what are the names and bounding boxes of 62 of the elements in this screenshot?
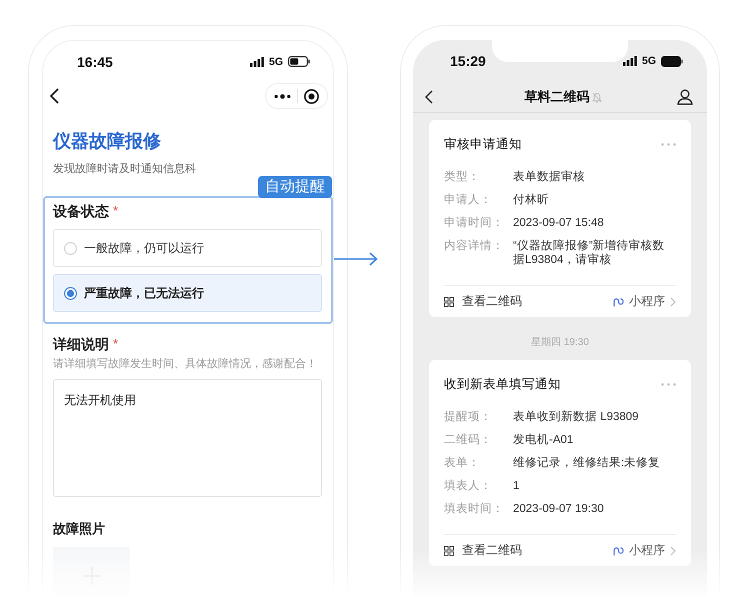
plus-icon (82, 567, 100, 585)
field-value: 2023-09-07 19:30 (513, 502, 604, 516)
field-label: 详细说明 (53, 335, 109, 354)
grid-icon (444, 546, 454, 556)
radio-icon (64, 286, 77, 300)
card-title: 收到新表单填写通知 (444, 376, 561, 393)
signal-icon (622, 56, 637, 66)
muted-bell-icon (592, 92, 602, 102)
field-value: 1 (513, 479, 520, 493)
field-label: 故障照片 (53, 520, 106, 538)
view-qr-link[interactable]: 查看二维码 (444, 542, 522, 559)
radio-option[interactable]: 严重故障，已无法运行 (53, 274, 322, 312)
person-icon[interactable] (677, 89, 693, 105)
status-time: 16:45 (77, 54, 113, 70)
back-icon[interactable] (425, 90, 433, 104)
chevron-right-icon (670, 296, 676, 306)
chat-title: 草料二维码 (524, 88, 590, 106)
radio-option[interactable]: 一般故障，仍可以运行 (53, 229, 322, 267)
hint-text: 请详细填写故障发生时间、具体故障情况，感谢配合！ (53, 356, 318, 372)
page-subtitle: 发现故障时请及时通知信息科 (53, 162, 197, 177)
grid-icon (444, 296, 454, 306)
required-asterisk: * (113, 202, 118, 220)
network-label: 5G (642, 55, 656, 67)
more-icon[interactable] (274, 94, 291, 98)
battery-icon (661, 56, 683, 66)
mini-program-link[interactable]: 小程序 (613, 293, 676, 310)
battery-icon (288, 56, 310, 67)
description-field[interactable]: 无法开机使用 (53, 379, 322, 497)
radio-icon (64, 242, 77, 254)
back-icon[interactable] (50, 88, 59, 104)
target-icon[interactable] (304, 88, 319, 104)
field-value: 付林昕 (513, 193, 549, 207)
signal-icon (250, 56, 264, 66)
field-label: 表单： (444, 456, 480, 470)
network-label: 5G (268, 56, 283, 68)
field-value: 表单收到新数据 L93809 (513, 410, 639, 424)
mini-program-link[interactable]: 小程序 (613, 542, 676, 559)
link-icon (613, 545, 624, 556)
status-time: 15:29 (450, 53, 486, 69)
field-value: 表单数据审核 (513, 170, 585, 184)
field-value: 2023-09-07 15:48 (513, 216, 604, 230)
field-value: 发电机-A01 (513, 433, 574, 447)
page-title: 仪器故障报修 (53, 130, 162, 153)
field-label: 二维码： (444, 433, 492, 447)
message-time: 星期四 19:30 (531, 337, 589, 348)
view-qr-link[interactable]: 查看二维码 (444, 293, 522, 310)
field-label: 申请人： (444, 193, 492, 207)
auto-reminder-badge: 自动提醒 (258, 176, 332, 198)
required-asterisk: * (113, 335, 118, 353)
field-label: 类型： (444, 170, 480, 184)
link-icon (613, 296, 624, 307)
field-label: 申请时间： (444, 216, 504, 230)
field-value: 维修记录，维修结果:未修复 (513, 456, 660, 470)
field-value: “仪器故障报修”新增待审核数据L93804，请审核 (513, 239, 666, 267)
field-label: 填表人： (444, 479, 492, 493)
field-label: 内容详情： (444, 239, 504, 253)
chevron-right-icon (670, 546, 676, 556)
card-title: 审核申请通知 (444, 136, 522, 153)
field-label: 填表时间： (444, 502, 504, 516)
field-label: 提醒项： (444, 410, 492, 424)
connector-arrow (334, 252, 378, 266)
field-label: 设备状态 (53, 202, 109, 221)
